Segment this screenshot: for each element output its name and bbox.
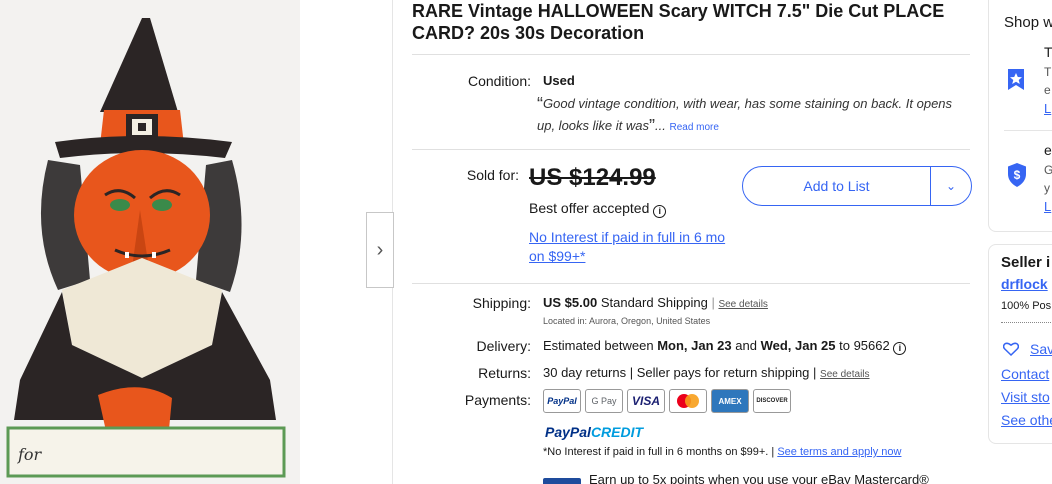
shield-dollar-icon: $ (1008, 163, 1026, 187)
ebay-listing-page: for › RARE Vintage HALLOWEEN Scary WITCH… (0, 0, 1052, 484)
visit-store-link[interactable]: Visit sto (1001, 389, 1050, 405)
divider (412, 283, 970, 284)
chevron-down-icon[interactable]: ⌄ (931, 167, 971, 205)
shipping-value: US $5.00 Standard Shipping | See details (543, 295, 768, 310)
divider (412, 54, 970, 55)
discover-logo: DISCOVER (753, 389, 791, 413)
learn-more-link-2[interactable]: L (1044, 199, 1051, 214)
see-other-items-link[interactable]: See othe (1001, 412, 1052, 428)
returns-see-details-link[interactable]: See details (820, 369, 869, 380)
condition-label: Condition: (467, 73, 531, 89)
returns-label: Returns: (478, 365, 531, 381)
paypal-logo: PayPal (543, 389, 581, 413)
next-image-button[interactable]: › (366, 212, 394, 288)
add-to-list-control: Add to List ⌄ (742, 166, 972, 206)
listing-title: RARE Vintage HALLOWEEN Scary WITCH 7.5" … (412, 1, 945, 43)
contact-seller-link[interactable]: Contact (1001, 366, 1049, 382)
delivery-label: Delivery: (476, 338, 531, 354)
divider (1001, 322, 1052, 323)
delivery-estimate: Estimated between Mon, Jan 23 and Wed, J… (543, 338, 907, 355)
money-back-guarantee-icon (1008, 69, 1024, 90)
see-terms-link[interactable]: See terms and apply now (777, 446, 901, 458)
chevron-right-icon: › (376, 238, 384, 261)
save-seller-link[interactable]: Sav (1030, 341, 1052, 357)
mastercard-promo: Earn up to 5x points when you use your e… (589, 472, 929, 484)
condition-value: Used (543, 73, 575, 88)
seller-name-link[interactable]: drflock (1001, 276, 1048, 292)
amex-logo: AMEX (711, 389, 749, 413)
mastercard-logo (669, 389, 707, 413)
ebay-mastercard-icon (543, 478, 581, 484)
paypal-credit-logo: PayPalCREDIT (545, 424, 644, 440)
no-interest-promo-link[interactable]: No Interest if paid in full in 6 mo on $… (529, 228, 729, 266)
sold-for-label: Sold for: (466, 167, 519, 183)
divider (1004, 130, 1052, 131)
seller-info-heading: Seller i (1001, 254, 1051, 271)
product-image[interactable]: for (0, 0, 300, 484)
item-location: Located in: Aurora, Oregon, United State… (543, 316, 711, 326)
shipping-see-details-link[interactable]: See details (718, 299, 767, 310)
place-card-text: for (17, 445, 43, 464)
shop-with-heading: Shop w (1004, 14, 1052, 31)
payments-label: Payments: (464, 392, 531, 408)
sold-price: US $124.99 (529, 164, 656, 191)
visa-logo: VISA (627, 389, 665, 413)
seller-feedback-percent: 100% Pos (1001, 300, 1052, 312)
google-pay-logo: G Pay (585, 389, 623, 413)
divider (412, 149, 970, 150)
learn-more-link[interactable]: L (1044, 101, 1051, 116)
info-icon[interactable]: i (893, 342, 907, 355)
add-to-list-button[interactable]: Add to List (743, 167, 931, 205)
condition-note: “Good vintage condition, with wear, has … (537, 94, 953, 136)
read-more-link[interactable]: Read more (669, 122, 718, 133)
payment-methods: PayPal G Pay VISA AMEX DISCOVER (543, 389, 791, 413)
shop-with-confidence-panel (988, 0, 1052, 232)
returns-text: 30 day returns | Seller pays for return … (543, 365, 870, 380)
witch-place-card-image: for (0, 0, 300, 484)
info-icon[interactable]: i (653, 205, 667, 218)
paypal-credit-fine-print: *No Interest if paid in full in 6 months… (543, 446, 902, 458)
svg-text:$: $ (1014, 168, 1021, 182)
best-offer-text: Best offer accepted i (529, 200, 667, 218)
shipping-label: Shipping: (472, 295, 531, 311)
heart-icon[interactable] (1003, 342, 1019, 356)
